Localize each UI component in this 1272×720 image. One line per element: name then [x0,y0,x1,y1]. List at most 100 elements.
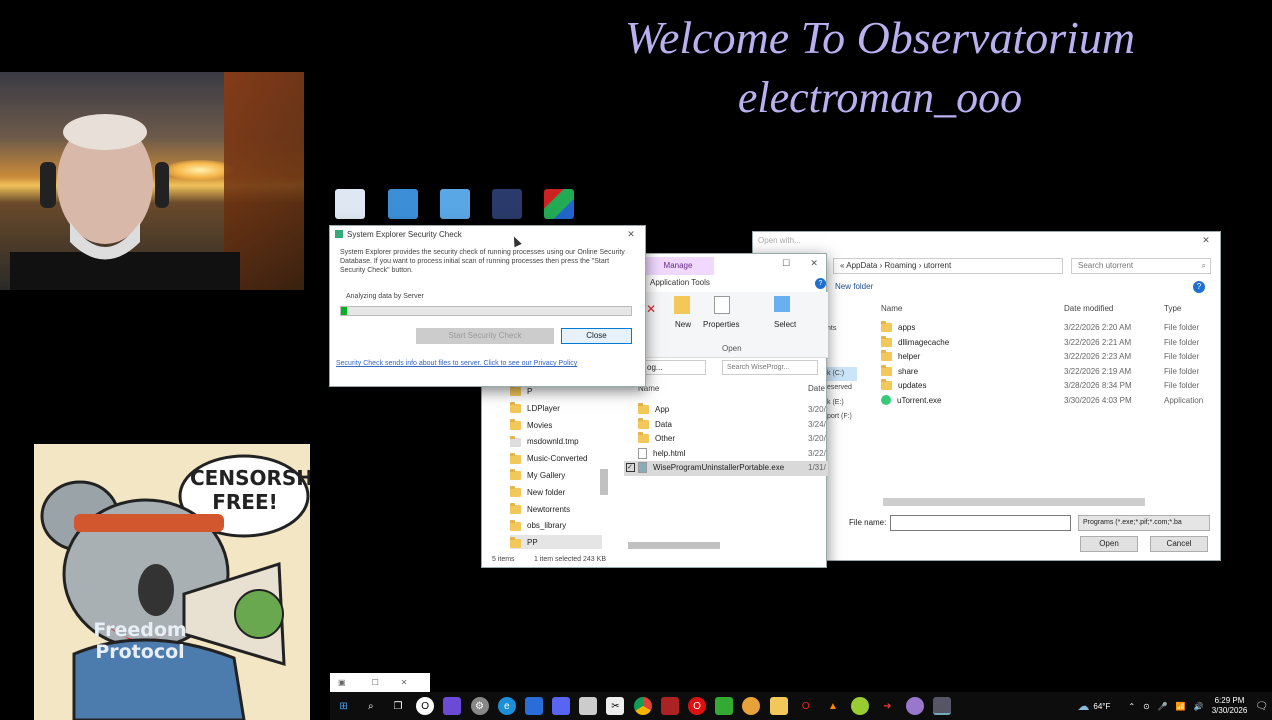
tab-manage[interactable]: Manage [642,257,714,275]
app-icon[interactable] [443,697,462,715]
close-button[interactable]: Close [561,328,632,344]
list-item[interactable]: updates 3/28/2026 8:34 PM File folder [881,379,1217,394]
new-button[interactable]: New [675,320,691,329]
taskbar-thumbnail[interactable]: ▣ ☐ ✕ [330,673,430,692]
col-type[interactable]: Type [1164,304,1181,313]
start-icon[interactable]: ⊞ [335,697,353,715]
maximize-icon[interactable]: ☐ [372,678,379,687]
list-item[interactable]: App 3/20/ [624,403,828,418]
close-icon[interactable]: ✕ [1197,235,1215,246]
nav-item[interactable]: nts [827,322,857,337]
close-icon[interactable]: ✕ [810,258,818,269]
recycle-bin-icon[interactable] [335,189,365,219]
close-icon[interactable]: ✕ [622,229,640,240]
breadcrumb-utorrent[interactable]: utorrent [924,261,952,270]
vertical-scrollbar[interactable] [600,469,608,495]
list-item-selected[interactable]: ✓ WiseProgramUninstallerPortable.exe 1/31/ [624,461,828,476]
opera-icon[interactable]: O [688,697,707,715]
sidebar-item[interactable]: Movies [510,418,602,435]
nav-item[interactable]: k (E:) [827,396,857,411]
settings-icon[interactable]: ⚙ [470,697,489,715]
opera-icon[interactable]: O [416,697,435,715]
nav-item[interactable]: eserved [827,381,857,396]
address-bar[interactable]: « AppData › Roaming › utorrent [833,258,1063,274]
nav-item[interactable]: k (C:) [827,366,857,381]
sidebar-item[interactable]: New folder [510,485,602,502]
properties-button[interactable]: Properties [703,320,739,329]
app-icon[interactable]: ➜ [878,697,896,715]
search-icon[interactable]: ⌕ [362,697,380,715]
close-icon[interactable]: ✕ [401,678,408,687]
app-icon[interactable] [524,697,543,715]
app-icon[interactable] [851,697,870,715]
system-explorer-icon[interactable] [932,697,951,715]
file-name-input[interactable] [890,515,1071,531]
list-item[interactable]: uTorrent.exe 3/30/2026 4:03 PM Application [881,394,1217,409]
list-item[interactable]: Data 3/24/ [624,417,828,433]
chevron-up-icon[interactable]: ⌃ [1128,702,1135,711]
sidebar-item[interactable]: My Gallery [510,468,602,485]
help-icon[interactable]: ? [815,278,826,289]
col-date[interactable]: Date [808,384,825,393]
app-icon[interactable] [742,697,761,715]
volume-icon[interactable]: 🔊 [1194,702,1204,711]
sidebar-item[interactable]: Newtorrents [510,502,602,519]
security-icon[interactable]: ⊙ [1143,702,1150,711]
sidebar-item[interactable]: PP [510,535,602,549]
search-input[interactable]: Search utorrent ⌕ [1071,258,1211,274]
clock[interactable]: 6:29 PM 3/30/2026 [1212,696,1248,716]
chrome-icon[interactable] [633,697,652,715]
weather-temp[interactable]: 64°F [1093,702,1110,711]
list-item[interactable]: helper 3/22/2026 2:23 AM File folder [881,350,1217,365]
sidebar-item[interactable]: obs_library [510,518,602,535]
sidebar-item[interactable]: msdownld.tmp [510,434,602,451]
open-button[interactable]: Open [1080,536,1138,552]
breadcrumb-appdata[interactable]: AppData [846,261,877,270]
capcut-icon[interactable]: ✂ [606,697,625,715]
start-security-check-button[interactable]: Start Security Check [416,328,554,344]
list-item[interactable]: share 3/22/2026 2:19 AM File folder [881,364,1217,380]
list-item[interactable]: apps 3/22/2026 2:20 AM File folder [881,321,1217,336]
tab-application-tools[interactable]: Application Tools [650,278,710,287]
edge-icon[interactable]: e [497,697,516,715]
search-input[interactable]: Search WiseProgr... [722,360,818,375]
checkbox[interactable]: ✓ [626,463,635,473]
item-date: 3/30/2026 4:03 PM [1064,395,1132,405]
network-icon[interactable] [388,189,418,219]
breadcrumb-roaming[interactable]: Roaming [884,261,916,270]
store-icon[interactable] [579,697,598,715]
sidebar-item[interactable]: Music-Converted [510,451,602,468]
microphone-icon[interactable]: 🎤 [1158,702,1168,711]
wifi-icon[interactable]: 📶 [1176,702,1186,711]
app-icon[interactable] [715,697,734,715]
select-button[interactable]: Select [774,320,796,329]
sidebar-item[interactable]: LDPlayer [510,401,602,418]
discord-icon[interactable] [552,697,571,715]
file-type-select[interactable]: Programs (*.exe;*.pif;*.com;*.ba [1078,515,1210,531]
address-bar[interactable]: og... [642,360,706,375]
privacy-policy-link[interactable]: Security Check sends info about files to… [336,360,577,367]
app-icon[interactable] [660,697,679,715]
list-item[interactable]: Other 3/20/ [624,432,828,447]
vlc-icon[interactable]: ▲ [824,697,842,715]
horizontal-scrollbar[interactable] [883,498,1145,506]
cancel-button[interactable]: Cancel [1150,536,1208,552]
opera-gx-icon[interactable]: O [797,697,815,715]
winrar-icon[interactable] [544,189,574,219]
app-icon[interactable] [905,697,924,715]
col-name[interactable]: Name [881,304,902,313]
video-editor-icon[interactable] [492,189,522,219]
task-view-icon[interactable]: ❐ [389,697,407,715]
explorer-icon[interactable] [769,697,788,715]
delete-icon[interactable]: ✕ [646,302,656,316]
col-date[interactable]: Date modified [1064,304,1113,313]
horizontal-scrollbar[interactable] [628,542,720,549]
maximize-icon[interactable]: ☐ [782,258,790,269]
help-icon[interactable]: ? [1193,281,1205,293]
list-item[interactable]: help.html 3/22/ [624,447,828,462]
notifications-icon[interactable]: 🗨 [1255,701,1268,712]
control-panel-icon[interactable] [440,189,470,219]
nav-item[interactable]: port (F:) [827,410,857,425]
new-folder-button[interactable]: New folder [835,282,873,291]
list-item[interactable]: dllimagecache 3/22/2026 2:21 AM File folde… [881,335,1217,351]
